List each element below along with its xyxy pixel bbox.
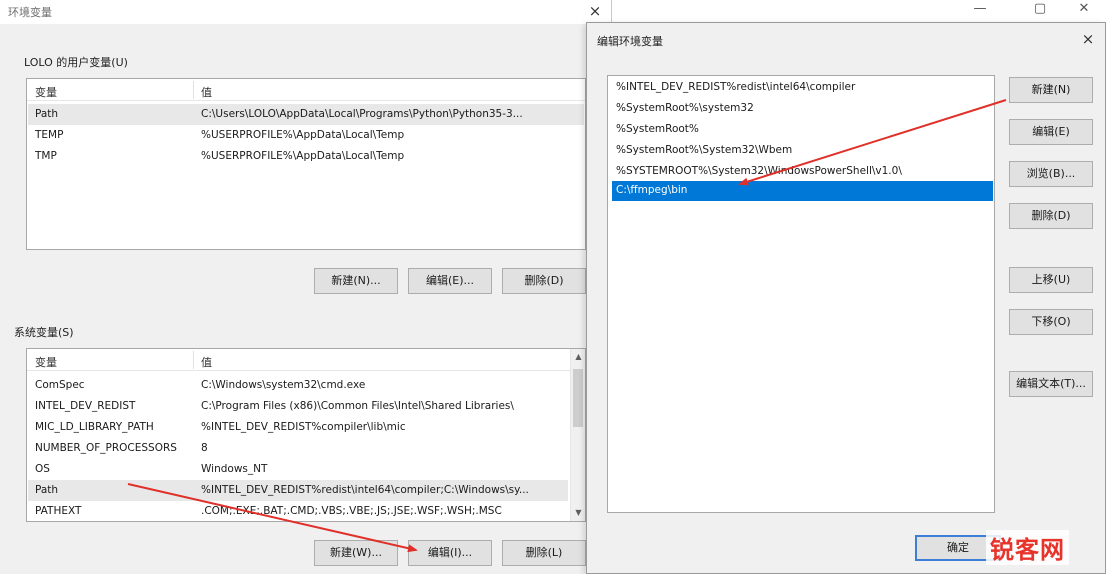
env-window-title: 环境变量	[8, 6, 52, 19]
window-close-icon[interactable]: ✕	[1066, 0, 1102, 20]
system-var-row-pathext[interactable]: PATHEXT .COM;.EXE;.BAT;.CMD;.VBS;.VBE;.J…	[28, 501, 568, 521]
environment-variables-window: 环境变量 × LOLO 的用户变量(U) 变量 值 Path C:\Users\…	[0, 0, 612, 574]
path-entry[interactable]: %SystemRoot%\System32\Wbem	[612, 141, 993, 161]
user-variables-header: 变量 值	[27, 79, 585, 101]
var-name: Path	[35, 484, 59, 496]
path-new-button[interactable]: 新建(N)	[1009, 77, 1093, 103]
system-variables-list[interactable]: 变量 值 ComSpec C:\Windows\system32\cmd.exe…	[26, 348, 586, 522]
window-controls: — ▢ ✕	[962, 0, 1106, 20]
var-value: Windows_NT	[201, 463, 268, 475]
user-col-value[interactable]: 值	[201, 84, 212, 100]
var-value: %INTEL_DEV_REDIST%compiler\lib\mic	[201, 421, 406, 433]
system-var-row-comspec[interactable]: ComSpec C:\Windows\system32\cmd.exe	[28, 375, 568, 396]
var-name: TEMP	[35, 129, 64, 141]
user-var-row-tmp[interactable]: TMP %USERPROFILE%\AppData\Local\Temp	[28, 146, 584, 167]
system-var-row-number-of-processors[interactable]: NUMBER_OF_PROCESSORS 8	[28, 438, 568, 459]
var-name: TMP	[35, 150, 57, 162]
var-value: 8	[201, 442, 208, 454]
var-value: %USERPROFILE%\AppData\Local\Temp	[201, 129, 405, 141]
maximize-icon[interactable]: ▢	[1022, 0, 1058, 20]
path-edit-button[interactable]: 编辑(E)	[1009, 119, 1093, 145]
scroll-down-icon[interactable]: ▼	[571, 505, 585, 521]
path-entry[interactable]: %SystemRoot%	[612, 120, 993, 140]
system-new-button[interactable]: 新建(W)...	[314, 540, 398, 566]
system-col-variable[interactable]: 变量	[35, 354, 57, 370]
system-edit-button[interactable]: 编辑(I)...	[408, 540, 492, 566]
env-window-close-icon[interactable]: ×	[580, 0, 610, 24]
scroll-thumb[interactable]	[573, 369, 583, 427]
var-value: %INTEL_DEV_REDIST%redist\intel64\compile…	[201, 484, 529, 496]
user-col-variable[interactable]: 变量	[35, 84, 57, 100]
user-var-row-path[interactable]: Path C:\Users\LOLO\AppData\Local\Program…	[28, 104, 584, 125]
path-entry[interactable]: %SystemRoot%\system32	[612, 99, 993, 119]
var-name: MIC_LD_LIBRARY_PATH	[35, 421, 154, 433]
path-entry-selected[interactable]: C:\ffmpeg\bin	[612, 181, 993, 201]
edit-dialog-close-icon[interactable]: ×	[1075, 27, 1101, 51]
path-entry[interactable]: %INTEL_DEV_REDIST%redist\intel64\compile…	[612, 78, 993, 98]
system-variables-header: 变量 值	[27, 349, 585, 371]
path-entry[interactable]: %SYSTEMROOT%\System32\WindowsPowerShell\…	[612, 162, 993, 182]
var-value: C:\Program Files (x86)\Common Files\Inte…	[201, 400, 514, 412]
path-edit-text-button[interactable]: 编辑文本(T)...	[1009, 371, 1093, 397]
user-new-button[interactable]: 新建(N)...	[314, 268, 398, 294]
var-value: %USERPROFILE%\AppData\Local\Temp	[201, 150, 405, 162]
path-entries-list[interactable]: %INTEL_DEV_REDIST%redist\intel64\compile…	[607, 75, 995, 513]
var-value: C:\Users\LOLO\AppData\Local\Programs\Pyt…	[201, 108, 523, 120]
system-delete-button[interactable]: 删除(L)	[502, 540, 586, 566]
var-name: ComSpec	[35, 379, 85, 391]
minimize-icon[interactable]: —	[962, 0, 998, 20]
var-value: C:\Windows\system32\cmd.exe	[201, 379, 366, 391]
system-var-row-mic-ld-library-path[interactable]: MIC_LD_LIBRARY_PATH %INTEL_DEV_REDIST%co…	[28, 417, 568, 438]
var-name: NUMBER_OF_PROCESSORS	[35, 442, 177, 454]
user-delete-button[interactable]: 删除(D)	[502, 268, 586, 294]
user-variables-label: LOLO 的用户变量(U)	[24, 56, 128, 69]
user-edit-button[interactable]: 编辑(E)...	[408, 268, 492, 294]
system-variables-label: 系统变量(S)	[14, 326, 74, 339]
edit-dialog-title: 编辑环境变量	[597, 35, 663, 48]
system-var-row-intel-dev-redist[interactable]: INTEL_DEV_REDIST C:\Program Files (x86)\…	[28, 396, 568, 417]
scroll-up-icon[interactable]: ▲	[571, 349, 585, 365]
path-move-down-button[interactable]: 下移(O)	[1009, 309, 1093, 335]
var-name: PATHEXT	[35, 505, 82, 517]
column-divider[interactable]	[193, 351, 194, 369]
path-browse-button[interactable]: 浏览(B)...	[1009, 161, 1093, 187]
var-value: .COM;.EXE;.BAT;.CMD;.VBS;.VBE;.JS;.JSE;.…	[201, 505, 502, 517]
env-window-titlebar: 环境变量 ×	[0, 0, 611, 24]
system-list-scrollbar[interactable]: ▲ ▼	[570, 349, 585, 521]
column-divider[interactable]	[193, 81, 194, 99]
system-col-value[interactable]: 值	[201, 354, 212, 370]
var-name: Path	[35, 108, 59, 120]
var-name: INTEL_DEV_REDIST	[35, 400, 136, 412]
path-delete-button[interactable]: 删除(D)	[1009, 203, 1093, 229]
user-variables-list[interactable]: 变量 值 Path C:\Users\LOLO\AppData\Local\Pr…	[26, 78, 586, 250]
system-var-row-os[interactable]: OS Windows_NT	[28, 459, 568, 480]
user-var-row-temp[interactable]: TEMP %USERPROFILE%\AppData\Local\Temp	[28, 125, 584, 146]
watermark-logo: 锐客网	[986, 530, 1069, 565]
path-move-up-button[interactable]: 上移(U)	[1009, 267, 1093, 293]
var-name: OS	[35, 463, 50, 475]
system-var-row-path[interactable]: Path %INTEL_DEV_REDIST%redist\intel64\co…	[28, 480, 568, 501]
edit-environment-variable-dialog: 编辑环境变量 × %INTEL_DEV_REDIST%redist\intel6…	[586, 22, 1106, 574]
